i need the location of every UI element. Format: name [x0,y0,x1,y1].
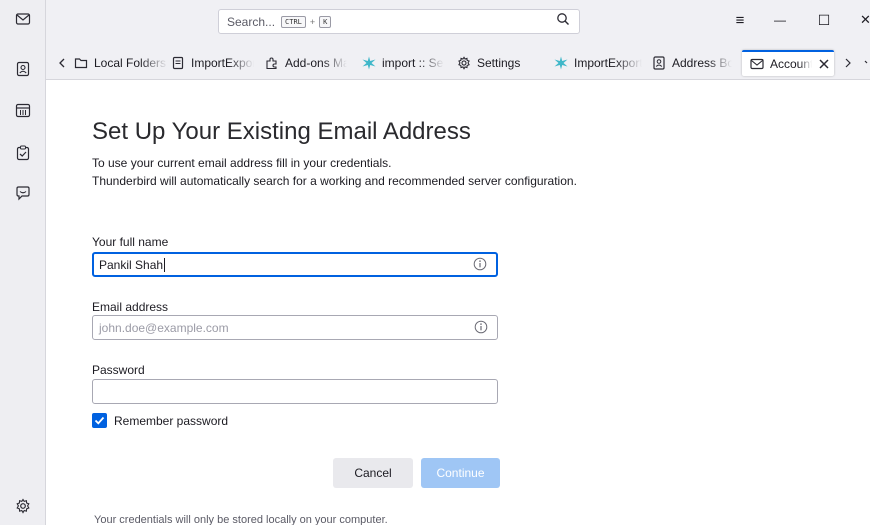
chat-icon [16,186,30,201]
tab-settings[interactable]: Settings [457,50,537,76]
maximize-button[interactable]: ☐ [816,12,832,28]
shortcut-plus: + [309,16,316,27]
address-book-space-button[interactable] [0,56,46,82]
tab-add-ons-manager[interactable]: Add-ons Manager [265,50,347,76]
tab-label: import :: Search [382,56,444,70]
minimize-button[interactable]: — [772,12,788,28]
full-name-value: Pankil Shah [99,257,164,272]
tab-address-book[interactable]: Address Book [652,50,732,76]
tab-importexporttools-1[interactable]: ImportExportTools [171,50,254,76]
chat-space-button[interactable] [0,180,46,206]
spaces-toolbar [0,0,46,525]
intro-line-1: To use your current email address fill i… [92,156,392,170]
continue-button[interactable]: Continue [421,458,500,488]
settings-space-button[interactable] [0,493,46,519]
text-caret [164,257,166,272]
addon-star-icon [554,56,568,70]
intro-text: To use your current email address fill i… [92,154,577,190]
tab-importexporttools-2[interactable]: ImportExportTools [554,50,642,76]
title-bar: Search... CTRL + K ≡ — ☐ ✕ [46,0,870,44]
full-name-label: Your full name [92,235,169,249]
document-icon [172,56,184,70]
tab-label: Address Book [672,56,732,70]
search-placeholder: Search... [227,14,276,29]
info-icon[interactable] [474,320,488,334]
puzzle-icon [266,57,277,70]
cancel-button[interactable]: Cancel [333,458,413,488]
intro-line-2: Thunderbird will automatically search fo… [92,174,577,188]
tab-label: Local Folders [94,56,167,70]
tasks-icon [16,145,30,161]
mail-space-button[interactable] [0,6,46,32]
calendar-space-button[interactable] [0,97,46,123]
email-label: Email address [92,300,169,314]
chevron-left-icon[interactable] [56,57,68,69]
chevron-down-icon[interactable] [864,57,870,69]
search-icon[interactable] [556,12,570,26]
tab-label: Add-ons Manager [285,56,347,70]
shortcut-key-k: K [319,15,332,28]
shortcut-key-ctrl: CTRL [281,15,306,28]
mail-icon [15,13,31,25]
mail-icon [750,58,764,70]
email-field[interactable]: john.doe@example.com [92,315,498,340]
calendar-icon [15,103,31,118]
tab-label: Account Setup [770,57,812,71]
addon-star-icon [362,56,376,70]
checkmark-icon [94,416,105,425]
tab-account-setup[interactable]: Account Setup [742,50,834,76]
email-placeholder: john.doe@example.com [99,320,229,335]
address-book-icon [653,56,665,70]
tab-label: Settings [477,56,521,70]
tab-label: ImportExportTools [574,56,642,70]
settings-gear-icon [16,498,30,514]
folder-icon [74,58,88,69]
remember-password-label[interactable]: Remember password [114,414,228,428]
tasks-space-button[interactable] [0,140,46,166]
remember-password-checkbox[interactable] [92,413,107,428]
password-field[interactable] [92,379,498,404]
close-window-button[interactable]: ✕ [860,12,870,28]
password-label: Password [92,363,145,377]
close-tab-icon[interactable] [818,58,830,70]
account-setup-page: Set Up Your Existing Email Address To us… [46,80,870,525]
credentials-note: Your credentials will only be stored loc… [94,514,388,525]
chevron-right-icon[interactable] [842,57,854,69]
info-icon[interactable] [473,257,487,271]
address-book-icon [16,61,30,77]
global-search-input[interactable]: Search... CTRL + K [218,9,580,34]
tab-bar: Local Folders ImportExportTools Add-ons … [46,44,870,80]
app-menu-button[interactable]: ≡ [732,12,748,29]
page-title: Set Up Your Existing Email Address [92,118,471,145]
tab-local-folders[interactable]: Local Folders [74,50,168,76]
full-name-field[interactable]: Pankil Shah [92,252,498,277]
gear-icon [458,56,470,70]
tab-label: ImportExportTools [191,56,254,70]
tab-import-search[interactable]: import :: Search [362,50,444,76]
